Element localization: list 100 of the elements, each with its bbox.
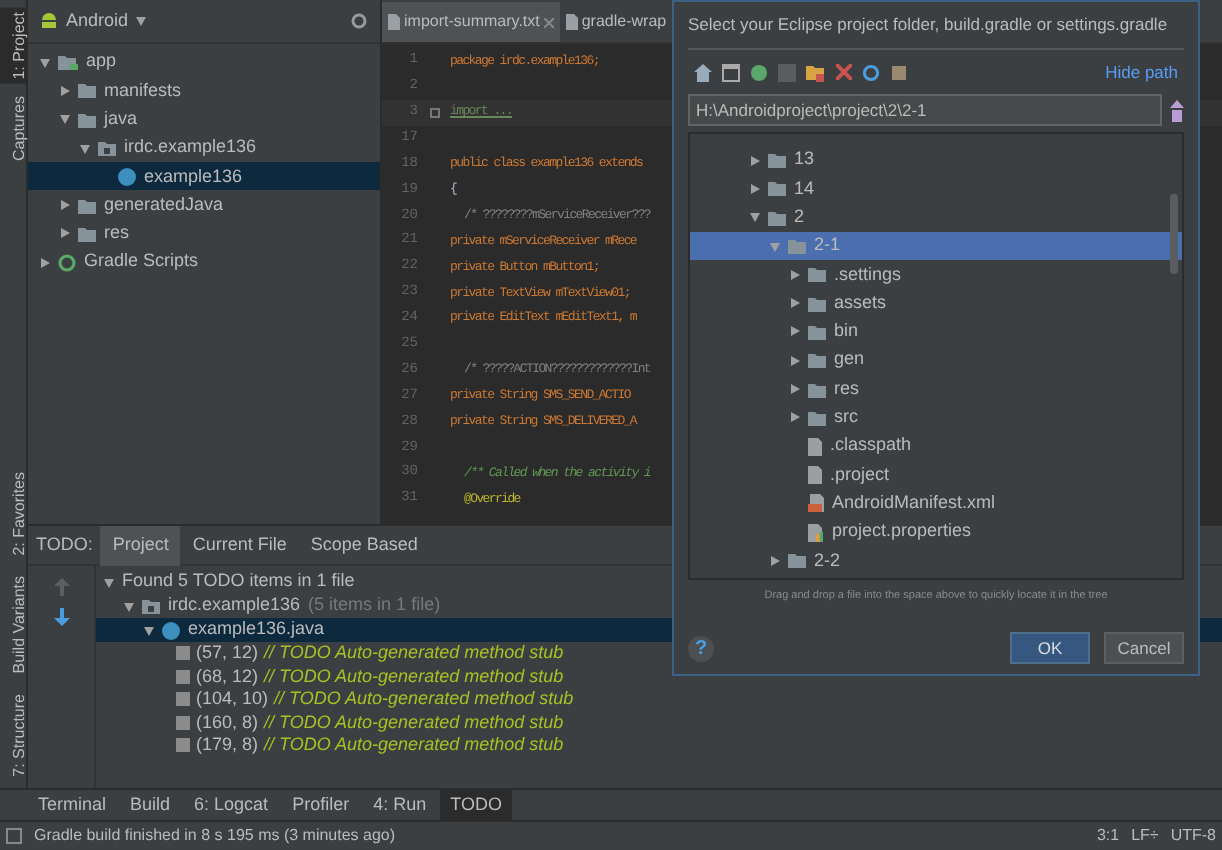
expanded-arrow-icon[interactable] — [40, 57, 50, 68]
collapsed-arrow-icon[interactable] — [790, 412, 800, 423]
side-tool-tab[interactable]: Captures — [0, 91, 26, 165]
hide-path-link[interactable]: Hide path — [1105, 59, 1178, 85]
project-tree-item[interactable]: java — [28, 105, 380, 134]
todo-title: TODO: — [34, 531, 95, 558]
folder-tree-item[interactable]: 13 — [690, 146, 1182, 175]
folder-tree-item[interactable]: gen — [690, 346, 1182, 375]
tool-window-button[interactable]: TODO — [440, 790, 512, 820]
tool-window-button[interactable]: 4: Run — [363, 790, 437, 820]
collapsed-arrow-icon[interactable] — [750, 183, 760, 194]
folder-tree-item[interactable]: 2-2 — [690, 546, 1182, 575]
folder-tree-item[interactable]: res — [690, 374, 1182, 404]
todo-summary[interactable]: Found 5 TODO items in 1 file — [122, 568, 355, 596]
side-tool-tab[interactable]: 1: Project — [0, 8, 26, 84]
todo-text[interactable]: // TODO Auto-generated method stub — [264, 732, 564, 759]
status-message: Gradle build finished in 8 s 195 ms (3 minutes ago) — [34, 824, 398, 848]
caret-position[interactable]: 3:1 — [1096, 824, 1120, 848]
todo-position[interactable]: (104, 10) — [196, 686, 269, 713]
cancel-button[interactable]: Cancel — [1104, 632, 1184, 665]
side-tool-tab[interactable]: Build Variants — [0, 571, 26, 678]
collapsed-arrow-icon[interactable] — [60, 228, 70, 239]
collapsed-arrow-icon[interactable] — [790, 269, 800, 280]
delete-icon[interactable] — [836, 64, 852, 80]
folder-tree-item[interactable]: AndroidManifest.xml — [690, 489, 1182, 518]
side-tool-tab[interactable]: 7: Structure — [0, 689, 26, 780]
tool-window-button[interactable]: Terminal — [28, 790, 117, 820]
expanded-arrow-icon[interactable] — [144, 625, 154, 635]
square-icon[interactable] — [890, 63, 908, 81]
project-tree-item[interactable]: app — [28, 48, 380, 77]
side-tool-tab[interactable]: 2: Favorites — [0, 468, 26, 560]
todo-tab[interactable]: Scope Based — [298, 525, 430, 565]
todo-text[interactable]: // TODO Auto-generated method stub — [264, 663, 564, 690]
collapsed-arrow-icon[interactable] — [790, 384, 800, 395]
folder-tree-item[interactable]: .classpath — [690, 431, 1182, 461]
folder-tree-item[interactable]: project.properties — [690, 517, 1182, 547]
home-icon[interactable] — [694, 63, 712, 81]
folder-tree-item[interactable]: .settings — [690, 260, 1182, 289]
project-tree-item[interactable]: Gradle Scripts — [28, 248, 380, 277]
tool-window-button[interactable]: Build — [120, 790, 181, 820]
todo-position[interactable]: (68, 12) — [196, 663, 259, 690]
project-tree-item[interactable]: res — [28, 219, 380, 249]
help-button[interactable]: ? — [688, 635, 714, 662]
folder-tree-item[interactable]: assets — [690, 288, 1182, 318]
tool-window-button[interactable]: Profiler — [282, 790, 360, 820]
todo-position[interactable]: (57, 12) — [196, 640, 259, 667]
collapsed-arrow-icon[interactable] — [60, 85, 70, 96]
collapsed-arrow-icon[interactable] — [790, 355, 800, 366]
path-field[interactable]: H:\Androidproject\project\2\2-1 — [688, 94, 1162, 126]
properties-file-icon — [808, 523, 824, 541]
todo-position[interactable]: (179, 8) — [196, 732, 259, 759]
fold-icon[interactable] — [429, 107, 439, 118]
expanded-arrow-icon[interactable] — [80, 143, 90, 154]
folder-tree-item[interactable]: src — [690, 403, 1182, 432]
project-tree-item[interactable]: generatedJava — [28, 190, 380, 220]
editor-tab[interactable]: gradle-wrap — [559, 2, 673, 42]
file-encoding[interactable]: UTF-8 — [1170, 824, 1216, 848]
window-icon[interactable] — [722, 63, 740, 81]
close-icon[interactable] — [543, 17, 554, 27]
collapsed-arrow-icon[interactable] — [790, 326, 800, 337]
todo-position[interactable]: (160, 8) — [196, 709, 259, 736]
new-folder-icon[interactable] — [806, 63, 826, 81]
todo-text[interactable]: // TODO Auto-generated method stub — [274, 686, 574, 713]
project-tree-item[interactable]: example136 — [28, 162, 380, 191]
module-folder-icon — [58, 54, 78, 71]
collapsed-arrow-icon[interactable] — [790, 298, 800, 309]
down-arrow-icon[interactable] — [53, 608, 69, 626]
dropdown-caret-icon[interactable] — [136, 16, 147, 26]
folder-tree-item[interactable]: 14 — [690, 174, 1182, 204]
folder-tree-item[interactable]: bin — [690, 317, 1182, 347]
expanded-arrow-icon[interactable] — [750, 212, 760, 223]
project-tree-item[interactable]: manifests — [28, 76, 380, 106]
collapsed-arrow-icon[interactable] — [770, 555, 780, 566]
collapsed-arrow-icon[interactable] — [60, 200, 70, 211]
package-name[interactable]: irdc.example136 — [168, 592, 301, 620]
collapsed-arrow-icon[interactable] — [40, 257, 50, 268]
editor-tab[interactable]: import-summary.txt — [382, 2, 560, 42]
tool-window-button[interactable]: 6: Logcat — [184, 790, 279, 820]
dialog-title: Select your Eclipse project folder, build.gradle or settings.gradle — [688, 2, 1184, 50]
scrollbar-thumb[interactable] — [1170, 194, 1178, 274]
todo-text[interactable]: // TODO Auto-generated method stub — [264, 709, 564, 736]
project-tree-item[interactable]: irdc.example136 — [28, 133, 380, 163]
folder-tree-item[interactable]: .project — [690, 460, 1182, 490]
collapsed-arrow-icon[interactable] — [750, 155, 760, 166]
xml-file-icon — [808, 494, 824, 513]
todo-tab[interactable]: Current File — [180, 525, 299, 565]
expanded-arrow-icon[interactable] — [104, 577, 114, 587]
expanded-arrow-icon[interactable] — [124, 601, 134, 611]
ok-button[interactable]: OK — [1010, 632, 1090, 665]
upload-icon[interactable] — [1170, 99, 1184, 121]
expanded-arrow-icon[interactable] — [60, 114, 70, 125]
folder-tree-item[interactable]: 2 — [690, 203, 1182, 232]
line-separator[interactable]: LF÷ — [1131, 824, 1159, 848]
package-icon — [142, 598, 160, 614]
file-icon — [565, 14, 578, 30]
file-icon — [388, 14, 400, 30]
todo-text[interactable]: // TODO Auto-generated method stub — [264, 640, 564, 667]
status-square-icon[interactable] — [6, 828, 22, 844]
todo-tab[interactable]: Project — [100, 525, 181, 565]
project-view-dropdown[interactable]: Android — [66, 7, 129, 35]
